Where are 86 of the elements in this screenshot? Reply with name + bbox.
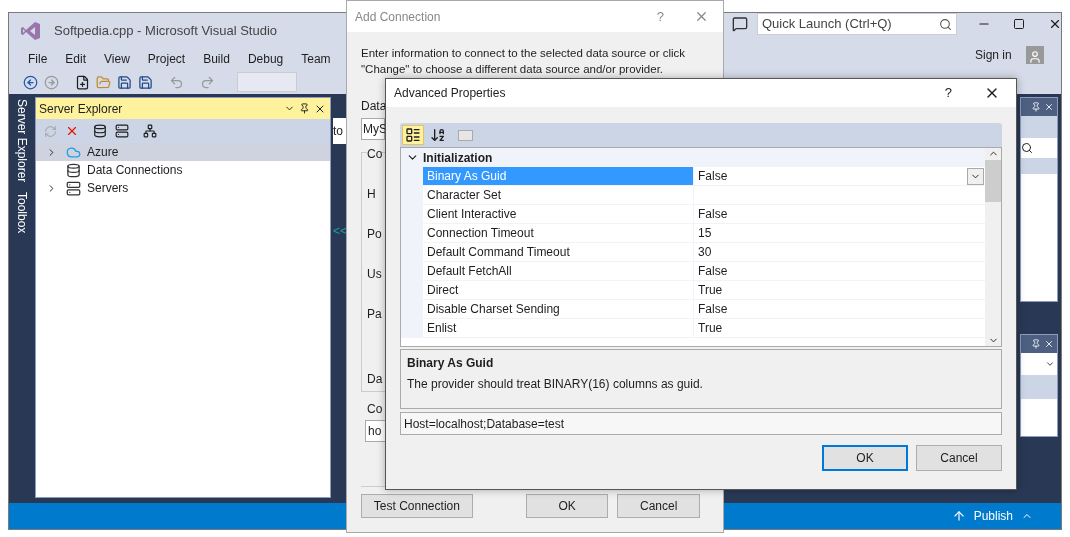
server-icon [66, 180, 81, 196]
field-label: Pa [367, 306, 382, 323]
dialog-button[interactable]: Cancel [617, 494, 700, 518]
property-name[interactable]: Default FetchAll [423, 262, 694, 281]
side-tab[interactable]: Toolbox [13, 192, 31, 234]
menu-item[interactable]: View [95, 50, 139, 68]
dialog-title: Add Connection [355, 8, 441, 26]
property-name[interactable]: Disable Charset Sending [423, 300, 694, 319]
property-name[interactable]: Connection Timeout [423, 224, 694, 243]
property-name[interactable]: Enlist [423, 319, 694, 338]
property-value[interactable]: True [694, 319, 985, 338]
menu-item[interactable]: File [19, 50, 57, 68]
field-label: Data [361, 98, 388, 115]
row-gutter [401, 319, 423, 338]
sign-in-link[interactable]: Sign in [975, 46, 1012, 64]
feedback-icon[interactable] [732, 16, 748, 32]
sort-az-icon [430, 127, 446, 143]
publish-button[interactable]: Publish [951, 507, 1033, 525]
pin-icon[interactable] [299, 103, 310, 114]
list-header [1021, 158, 1057, 174]
save-icon[interactable] [117, 74, 132, 90]
help-button[interactable]: ? [944, 83, 952, 103]
property-name[interactable]: Default Command Timeout [423, 243, 694, 262]
menu-item[interactable]: Build [194, 50, 239, 68]
property-value[interactable]: 15 [694, 224, 985, 243]
property-value[interactable]: False [694, 262, 985, 281]
database-icon [66, 162, 81, 178]
property-value[interactable]: False [694, 205, 985, 224]
pin-icon[interactable] [1031, 102, 1041, 112]
categorized-icon [405, 127, 421, 143]
dialog-button[interactable]: Test Connection [361, 494, 473, 518]
description-title: Binary As Guid [407, 355, 495, 372]
field-label: Po [367, 226, 382, 243]
categorized-button[interactable] [402, 125, 424, 145]
delete-icon[interactable] [65, 124, 79, 138]
pin-icon[interactable] [1031, 339, 1041, 349]
dialog-button[interactable]: OK [525, 494, 609, 518]
panel-toolbar [1021, 116, 1057, 138]
dialog-title: Advanced Properties [394, 85, 506, 102]
field-label: Co [367, 401, 383, 418]
connection-string-field[interactable]: Host=localhost;Database=test [400, 412, 1002, 435]
list-header [1021, 375, 1057, 399]
menu-item[interactable]: Debug [238, 50, 293, 68]
maximize-icon[interactable] [1013, 18, 1025, 30]
intro-text: Enter information to connect to the selected data source or click "Change" to choose a different data source and/or provider. [360, 46, 687, 77]
menu-item[interactable]: Team [292, 50, 340, 68]
property-name[interactable]: Character Set [423, 186, 694, 205]
connection-string-field[interactable]: ho [365, 420, 387, 442]
description-text: The provider should treat BINARY(16) columns as guid. [407, 376, 704, 393]
cloud-icon [66, 144, 81, 160]
field-label: Da [367, 371, 383, 388]
dialog-button[interactable]: OK [822, 445, 908, 471]
back-icon[interactable] [23, 74, 38, 90]
help-button[interactable]: ? [656, 6, 664, 27]
menu-item[interactable]: Edit [56, 50, 96, 68]
logo-icon [21, 20, 41, 41]
property-name[interactable]: Client Interactive [423, 205, 694, 224]
search-icon[interactable] [1021, 142, 1033, 154]
property-value[interactable]: 30 [694, 243, 985, 262]
add-server-icon[interactable] [115, 124, 129, 138]
hierarchy-icon[interactable] [143, 124, 157, 138]
field-label: Us [367, 266, 382, 283]
panel-title: Server Explorer [39, 100, 123, 118]
window-title: Softpedia.cpp - Microsoft Visual Studio [54, 21, 278, 40]
side-tab[interactable]: Server Explorer [13, 99, 31, 183]
property-value[interactable]: False [694, 300, 985, 319]
close-icon[interactable] [1048, 17, 1062, 31]
category-header: Initialization [423, 149, 493, 167]
property-value[interactable]: False [694, 167, 985, 186]
add-connection-icon[interactable] [93, 124, 107, 138]
menu-item[interactable]: Project [138, 50, 195, 68]
property-name[interactable]: Direct [423, 281, 694, 300]
tree-item[interactable]: Data Connections [36, 161, 330, 179]
dropdown-icon[interactable] [1045, 359, 1055, 369]
save-all-icon[interactable] [138, 74, 153, 90]
scrollbar[interactable] [985, 148, 1001, 346]
dialog-button[interactable]: Cancel [916, 445, 1002, 471]
search-icon[interactable] [939, 17, 952, 31]
property-value[interactable]: True [694, 281, 985, 300]
editor-text: << [333, 223, 348, 240]
quick-launch-field[interactable]: Quick Launch (Ctrl+Q) [757, 13, 957, 35]
tree-item[interactable]: Servers [36, 179, 330, 197]
scrollbar-thumb[interactable] [985, 160, 1001, 202]
tree-item[interactable]: Azure [36, 143, 330, 161]
new-file-icon[interactable] [75, 74, 90, 90]
field-label: H [367, 186, 376, 203]
